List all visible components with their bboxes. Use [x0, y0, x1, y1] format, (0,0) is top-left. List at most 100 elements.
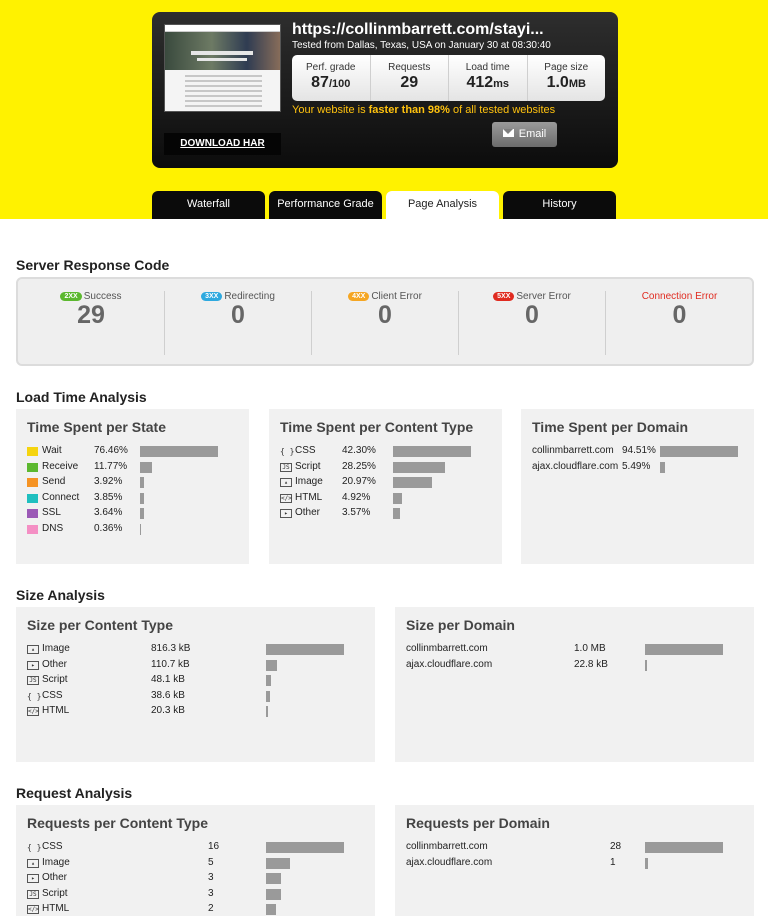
item-value: 3.57%	[342, 507, 371, 518]
item-label: ajax.cloudflare.com	[532, 460, 619, 472]
item-bar	[393, 446, 471, 457]
list-item: ajax.cloudflare.com 22.8 kB	[406, 659, 746, 673]
tab-page-analysis[interactable]: Page Analysis	[386, 191, 499, 219]
item-bar	[645, 857, 648, 869]
list-item: ▴ Image 5	[27, 857, 367, 871]
list-item: collinmbarrett.com 1.0 MB	[406, 643, 746, 657]
item-value: 94.51%	[622, 445, 656, 456]
css-icon: { }	[280, 447, 295, 456]
panel-title: Time Spent per Content Type	[280, 419, 474, 435]
list-item: collinmbarrett.com 94.51%	[532, 445, 747, 459]
requests-per-domain-panel: Requests per Domain collinmbarrett.com 28…	[395, 805, 754, 916]
size-analysis-title: Size Analysis	[16, 587, 105, 603]
tab-performance-grade[interactable]: Performance Grade	[269, 191, 382, 219]
color-swatch	[27, 524, 38, 534]
item-bar	[266, 904, 276, 915]
code-3xx: 3XX Redirecting 0	[165, 291, 312, 355]
item-bar	[393, 508, 400, 519]
badge-5xx: 5XX	[493, 292, 515, 301]
item-value: 110.7 kB	[151, 658, 190, 670]
metric-requests: Requests 29	[371, 55, 449, 101]
item-bar	[266, 888, 281, 900]
list-item: { } CSS 16	[27, 841, 367, 855]
color-swatch	[27, 493, 38, 503]
item-bar	[393, 477, 432, 488]
color-swatch	[27, 447, 38, 456]
panel-title: Requests per Content Type	[27, 815, 208, 831]
item-bar	[645, 842, 723, 853]
badge-2xx: 2XX	[60, 292, 82, 301]
tab-waterfall[interactable]: Waterfall	[152, 191, 265, 219]
list-item: SSL 3.64%	[27, 507, 242, 521]
email-button[interactable]: Email	[492, 122, 557, 147]
item-label: Image	[42, 643, 70, 654]
list-item: ajax.cloudflare.com 5.49%	[532, 461, 747, 475]
count-connection-error: 0	[672, 301, 687, 329]
item-label: Receive	[42, 460, 79, 472]
script-icon: JS	[280, 462, 292, 472]
item-value: 28.25%	[342, 460, 376, 472]
item-label: CSS	[42, 841, 63, 852]
item-label: Script	[295, 460, 321, 472]
item-label: Script	[42, 887, 68, 899]
badge-3xx: 3XX	[201, 292, 223, 301]
item-bar	[140, 477, 144, 488]
item-value: 3	[208, 872, 214, 883]
item-bar	[266, 842, 344, 853]
other-icon: ▸	[280, 509, 292, 518]
list-item: Receive 11.77%	[27, 461, 242, 475]
item-bar	[266, 873, 281, 884]
panel-title: Size per Domain	[406, 617, 515, 633]
count-2xx: 29	[77, 301, 105, 329]
item-label: collinmbarrett.com	[532, 445, 614, 456]
size-per-content-panel: Size per Content Type ▴ Image 816.3 kB ▸ Oth…	[16, 607, 375, 762]
item-value: 38.6 kB	[151, 689, 185, 701]
list-item: ajax.cloudflare.com 1	[406, 857, 746, 871]
script-icon: JS	[27, 676, 39, 685]
test-summary-card: DOWNLOAD HAR https://collinmbarrett.com/…	[152, 12, 618, 168]
item-value: 22.8 kB	[574, 658, 608, 670]
item-label: Other	[42, 658, 68, 670]
item-bar	[266, 857, 291, 869]
item-value: 2	[208, 903, 214, 914]
panel-title: Time Spent per State	[27, 419, 167, 435]
item-value: 3.85%	[94, 491, 123, 503]
item-label: SSL	[42, 507, 61, 518]
code-4xx: 4XX Client Error 0	[312, 291, 459, 355]
list-item: ▸ Other 3	[27, 872, 367, 886]
test-location-time: Tested from Dallas, Texas, USA on Januar…	[292, 40, 551, 51]
item-label: CSS	[42, 689, 63, 701]
color-swatch	[27, 462, 38, 472]
request-analysis-title: Request Analysis	[16, 785, 133, 801]
html-icon: </>	[27, 707, 39, 716]
header-banner: DOWNLOAD HAR https://collinmbarrett.com/…	[0, 0, 768, 219]
download-har-link[interactable]: DOWNLOAD HAR	[164, 133, 281, 155]
item-value: 76.46%	[94, 445, 128, 456]
item-value: 3	[208, 887, 214, 899]
item-value: 42.30%	[342, 445, 376, 456]
time-per-state-panel: Time Spent per State Wait 76.46% Receive 11…	[16, 409, 249, 564]
item-bar	[140, 523, 141, 535]
item-label: Connect	[42, 491, 80, 503]
item-value: 48.1 kB	[151, 674, 185, 685]
tab-history[interactable]: History	[503, 191, 616, 219]
item-label: DNS	[42, 522, 64, 534]
item-label: ajax.cloudflare.com	[406, 856, 493, 868]
list-item: { } CSS 38.6 kB	[27, 690, 367, 704]
count-3xx: 0	[231, 301, 245, 329]
script-icon: JS	[27, 889, 39, 899]
item-label: HTML	[42, 903, 70, 914]
item-bar	[266, 706, 268, 717]
load-time-title: Load Time Analysis	[16, 389, 147, 405]
item-bar	[645, 644, 723, 655]
item-label: collinmbarrett.com	[406, 643, 488, 654]
metric-page-size: Page size 1.0MB	[544, 62, 589, 91]
item-bar	[140, 446, 218, 457]
page-screenshot-thumbnail	[164, 24, 281, 112]
item-label: Other	[42, 872, 68, 883]
css-icon: { }	[27, 843, 42, 852]
list-item: </> HTML 20.3 kB	[27, 705, 367, 719]
panel-title: Size per Content Type	[27, 617, 173, 633]
item-bar	[140, 461, 152, 473]
item-label: Wait	[42, 445, 62, 456]
